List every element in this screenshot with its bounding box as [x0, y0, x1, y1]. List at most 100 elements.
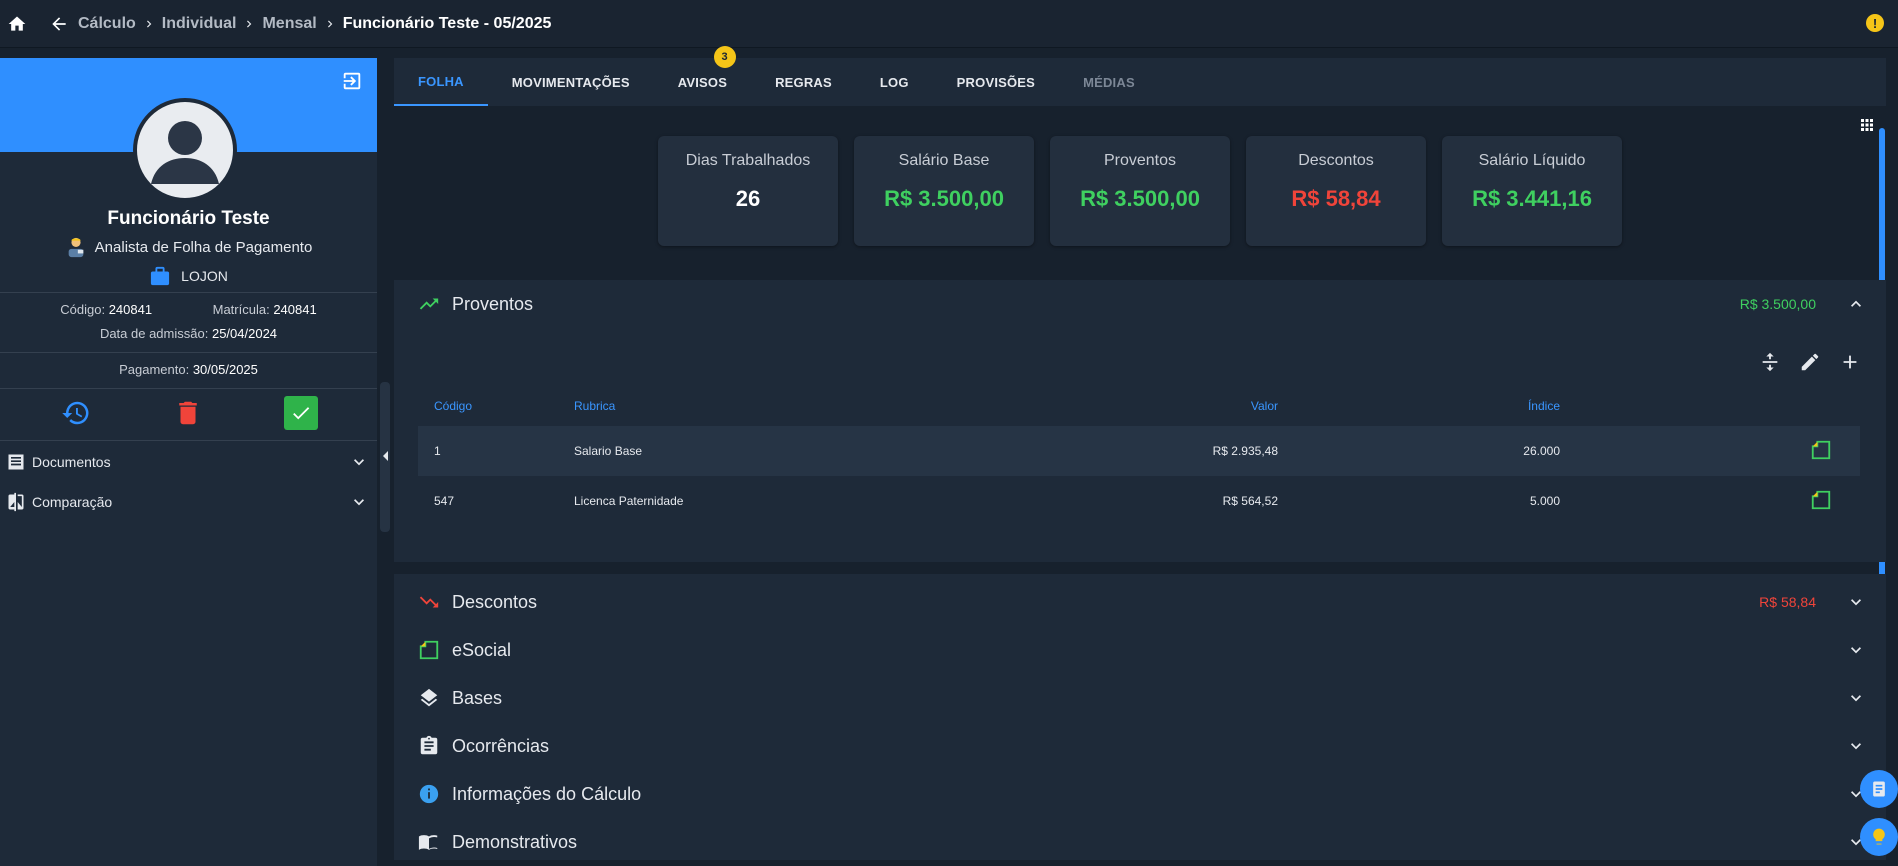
chevron-up-icon[interactable] — [1846, 294, 1866, 314]
exit-icon[interactable] — [341, 70, 363, 92]
table-tools — [1758, 350, 1862, 374]
section-esocial[interactable]: eSocial — [394, 626, 1886, 674]
back-arrow-icon[interactable] — [48, 13, 70, 35]
chevron-down-icon[interactable] — [1846, 736, 1866, 756]
table-row[interactable]: 547 Licenca Paternidade R$ 564,52 5.000 — [418, 476, 1860, 526]
sections-panel: Descontos R$ 58,84 eSocial Bases Ocorrên… — [394, 574, 1886, 860]
section-title: Bases — [452, 687, 503, 708]
delete-button[interactable] — [171, 396, 205, 430]
cell-code: 1 — [418, 426, 558, 476]
floating-document-button[interactable] — [1860, 770, 1898, 808]
restore-icon — [62, 401, 89, 425]
column-header-indice[interactable]: Índice — [1278, 386, 1560, 426]
section-title: Ocorrências — [452, 735, 550, 756]
edit-button[interactable] — [1798, 350, 1822, 374]
alert-icon[interactable]: ! — [1866, 14, 1884, 32]
trending-down-icon — [418, 591, 440, 613]
employee-store: LOJON — [0, 266, 377, 286]
code-label: Código: — [60, 302, 106, 317]
chevron-down-icon[interactable] — [1846, 688, 1866, 708]
section-bases[interactable]: Bases — [394, 674, 1886, 722]
section-title: Informações do Cálculo — [452, 783, 642, 804]
unfold-icon — [1762, 352, 1778, 372]
confirm-button[interactable] — [283, 396, 318, 430]
recalculate-button[interactable] — [59, 396, 93, 430]
tab-folha[interactable]: FOLHA — [394, 58, 488, 106]
divider — [0, 352, 377, 353]
summary-card-dias: Dias Trabalhados 26 — [658, 136, 838, 246]
floating-tips-button[interactable] — [1860, 818, 1898, 856]
breadcrumb-calculo[interactable]: Cálculo — [78, 15, 136, 33]
cell-valor: R$ 564,52 — [1222, 494, 1278, 508]
chevron-down-icon[interactable] — [1846, 592, 1866, 612]
section-amount: R$ 3.500,00 — [1739, 296, 1816, 312]
card-title: Salário Base — [898, 152, 990, 169]
column-header-valor[interactable]: Valor — [978, 386, 1278, 426]
summary-cards: Dias Trabalhados 26 Salário Base R$ 3.50… — [658, 136, 1622, 246]
table-row[interactable]: 1 Salario Base R$ 2.935,48 26.000 — [418, 426, 1860, 476]
tab-regras[interactable]: REGRAS — [751, 58, 856, 106]
notification-badge: 3 — [713, 46, 736, 68]
proventos-panel: Proventos R$ 3.500,00 Código Rubrica Val… — [394, 280, 1886, 562]
document-icon — [1873, 781, 1885, 797]
breadcrumb: Cálculo Individual Mensal Funcionário Te… — [78, 15, 551, 33]
sidebar-item-label: Documentos — [32, 454, 111, 470]
tab-label: AVISOS — [677, 74, 728, 90]
breadcrumb-individual[interactable]: Individual — [162, 15, 237, 33]
esocial-icon[interactable] — [1810, 489, 1832, 511]
esocial-icon — [418, 639, 440, 661]
cell-rubrica: Salario Base — [558, 426, 978, 476]
tab-provisoes[interactable]: PROVISÕES — [933, 58, 1059, 106]
table-header-row: Código Rubrica Valor Índice — [418, 386, 1860, 426]
admission-label: Data de admissão: — [99, 326, 209, 341]
admission-value: 25/04/2024 — [211, 326, 278, 341]
proventos-table: Código Rubrica Valor Índice 1 Salario Ba… — [418, 386, 1860, 526]
home-icon[interactable] — [6, 13, 28, 35]
code-value: 240841 — [108, 302, 153, 317]
employee-registration: Matrícula: 240841 — [213, 302, 317, 317]
employee-admission: Data de admissão: 25/04/2024 — [0, 326, 377, 341]
tab-medias: MÉDIAS — [1083, 74, 1135, 90]
divider — [0, 292, 377, 293]
card-value: R$ 3.441,16 — [1472, 186, 1592, 211]
card-value: 26 — [735, 186, 761, 211]
collapse-arrow-icon[interactable] — [382, 450, 390, 462]
tab-avisos[interactable]: AVISOS 3 — [654, 46, 751, 106]
section-descontos[interactable]: Descontos R$ 58,84 — [394, 578, 1886, 626]
sidebar-item-documentos[interactable]: Documentos — [0, 444, 377, 480]
chevron-down-icon — [349, 452, 369, 472]
chevron-down-icon[interactable] — [1846, 640, 1866, 660]
expand-rows-button[interactable] — [1758, 350, 1782, 374]
column-header-actions — [1560, 386, 1860, 426]
column-header-rubrica[interactable]: Rubrica — [558, 386, 978, 426]
add-button[interactable] — [1838, 350, 1862, 374]
employee-ids: Código: 240841 Matrícula: 240841 — [0, 302, 377, 317]
list-icon — [6, 452, 26, 472]
column-header-codigo[interactable]: Código — [418, 386, 558, 426]
card-title: Proventos — [1103, 152, 1177, 169]
tab-movimentacoes[interactable]: MOVIMENTAÇÕES — [488, 58, 654, 106]
divider — [0, 440, 377, 441]
sidebar-item-comparacao[interactable]: Comparação — [0, 484, 377, 520]
section-title: eSocial — [452, 639, 512, 660]
chevron-right-icon — [242, 17, 256, 31]
esocial-icon[interactable] — [1810, 439, 1832, 461]
briefcase-icon — [149, 266, 171, 286]
summary-card-salario-liquido: Salário Líquido R$ 3.441,16 — [1442, 136, 1622, 246]
tab-log[interactable]: LOG — [856, 58, 933, 106]
tab-bar: FOLHA MOVIMENTAÇÕES AVISOS 3 REGRAS LOG … — [394, 46, 1886, 106]
lightbulb-icon — [1873, 828, 1885, 845]
user-icon — [151, 121, 219, 184]
proventos-header[interactable]: Proventos R$ 3.500,00 — [394, 280, 1886, 328]
section-informacoes-calculo[interactable]: Informações do Cálculo — [394, 770, 1886, 818]
card-title: Descontos — [1298, 152, 1374, 169]
employee-panel: Funcionário Teste Analista de Folha de P… — [0, 58, 377, 866]
breadcrumb-mensal[interactable]: Mensal — [262, 15, 316, 33]
section-demonstrativos[interactable]: Demonstrativos — [394, 818, 1886, 866]
grid-view-icon[interactable] — [1858, 116, 1876, 134]
employee-actions — [0, 396, 377, 430]
avatar — [133, 98, 237, 202]
top-bar: Cálculo Individual Mensal Funcionário Te… — [0, 0, 1898, 48]
main-content: FOLHA MOVIMENTAÇÕES AVISOS 3 REGRAS LOG … — [394, 46, 1886, 866]
section-ocorrencias[interactable]: Ocorrências — [394, 722, 1886, 770]
